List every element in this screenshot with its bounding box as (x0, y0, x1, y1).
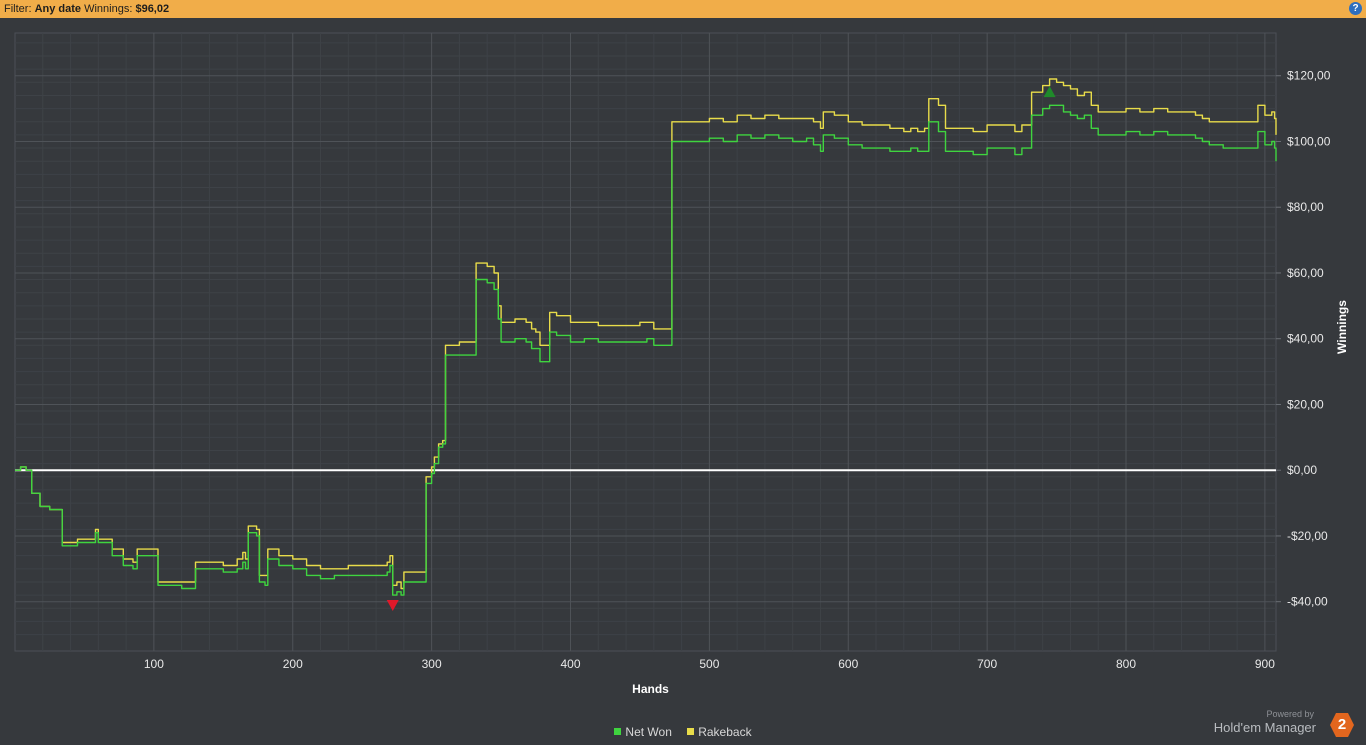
x-tick-label: 500 (699, 657, 719, 671)
legend-swatch-net-won (614, 728, 622, 735)
y-tick-label: $40,00 (1287, 332, 1324, 346)
branding: Powered by Hold'em Manager 2 (1196, 709, 1356, 739)
y-tick-label: $100,00 (1287, 134, 1331, 148)
question-circle-icon[interactable]: ? (1349, 2, 1362, 15)
y-tick-label: $80,00 (1287, 200, 1324, 214)
legend-label-rakeback: Rakeback (698, 725, 752, 739)
filter-value[interactable]: Any date (35, 3, 81, 15)
y-tick-label: $120,00 (1287, 69, 1331, 83)
x-tick-label: 100 (144, 657, 164, 671)
y-tick-label: $20,00 (1287, 397, 1324, 411)
product-name: Hold'em Manager (1213, 720, 1316, 735)
winnings-value: $96,02 (135, 3, 170, 15)
y-tick-label: -$40,00 (1287, 595, 1328, 609)
legend-label-net-won: Net Won (625, 725, 672, 739)
x-tick-label: 400 (560, 657, 580, 671)
filter-bar: Filter: Any date Winnings: $96,02 ? (0, 0, 1366, 18)
legend-item-rakeback[interactable]: Rakeback (687, 725, 752, 739)
x-axis-label: Hands (632, 682, 669, 696)
x-tick-label: 300 (422, 657, 442, 671)
x-tick-label: 200 (283, 657, 303, 671)
winnings-label: Winnings: (84, 3, 133, 15)
y-tick-label: $60,00 (1287, 266, 1324, 280)
chart-legend: Net Won Rakeback (0, 725, 1366, 739)
x-tick-label: 600 (838, 657, 858, 671)
y-tick-label: -$20,00 (1287, 529, 1328, 543)
hem-logo-icon: 2 (1330, 713, 1354, 737)
y-tick-label: $0,00 (1287, 463, 1317, 477)
x-tick-label: 800 (1116, 657, 1136, 671)
winnings-chart: 100 200 300 400 500 600 700 800 900 $120,00 $100,0… (14, 32, 1349, 696)
x-tick-label: 700 (977, 657, 997, 671)
x-tick-label: 900 (1255, 657, 1275, 671)
filter-label: Filter: (4, 3, 32, 15)
legend-item-net-won[interactable]: Net Won (614, 725, 672, 739)
y-axis-label: Winnings (1335, 300, 1349, 354)
legend-swatch-rakeback (687, 728, 695, 735)
powered-by-text: Powered by (1266, 709, 1314, 719)
